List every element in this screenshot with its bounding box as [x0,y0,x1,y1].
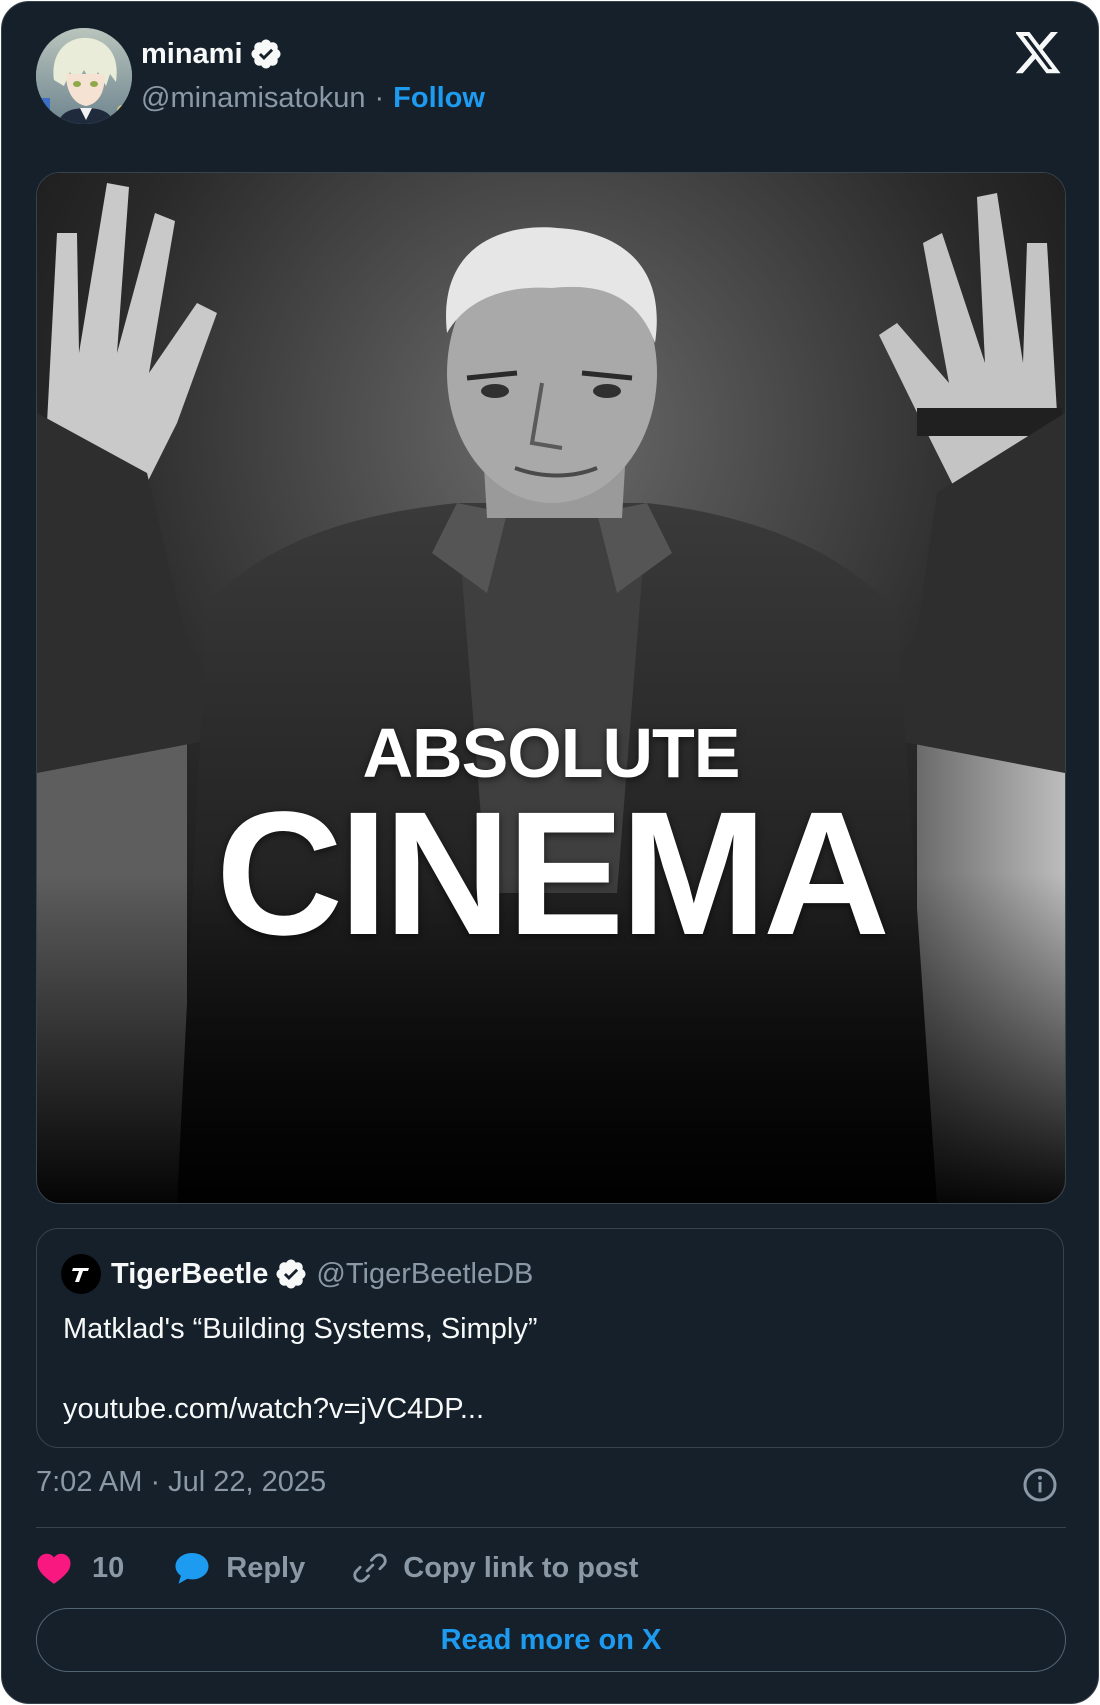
link-icon [353,1553,387,1583]
post-timestamp[interactable]: 7:02 AM · Jul 22, 2025 [36,1466,326,1499]
divider [36,1527,1066,1528]
quoted-display-name[interactable]: TigerBeetle [111,1258,268,1291]
avatar[interactable] [36,28,132,124]
author-handle-row: @minamisatokun · Follow [141,78,485,118]
author-display-name[interactable]: minami [141,38,243,71]
photo-illustration [37,173,1065,1203]
like-count: 10 [92,1551,125,1584]
info-icon[interactable] [1022,1467,1058,1503]
separator-dot: · [374,81,385,114]
reply-label: Reply [226,1551,306,1584]
quoted-post-text: Matklad's “Building Systems, Simply” [63,1313,538,1345]
reply-button[interactable]: Reply [174,1551,305,1585]
quoted-post-link[interactable]: youtube.com/watch?v=jVC4DP... [63,1389,484,1429]
tigerbeetle-logo-icon [72,1268,89,1282]
post-image[interactable]: ABSOLUTE CINEMA [36,172,1066,1204]
verified-badge-icon [251,39,281,69]
meme-text-line2: CINEMA [215,776,890,972]
author-name-row[interactable]: minami [141,34,283,74]
quoted-post-header: TigerBeetle @TigerBeetleDB [61,1253,533,1295]
action-bar: 10 Reply Copy link to post [36,1547,638,1589]
copy-link-button[interactable]: Copy link to post [353,1551,638,1585]
follow-button[interactable]: Follow [393,82,485,115]
verified-badge-icon [276,1259,306,1289]
quoted-post[interactable]: TigerBeetle @TigerBeetleDB Matklad's “Bu… [36,1228,1064,1448]
like-button[interactable]: 10 [36,1551,124,1585]
read-more-button[interactable]: Read more on X [36,1608,1066,1672]
copy-link-label: Copy link to post [403,1551,639,1584]
heart-icon [37,1553,71,1584]
quoted-handle[interactable]: @TigerBeetleDB [316,1258,533,1291]
reply-bubble-icon [175,1553,209,1584]
embedded-post-card: minami @minamisatokun · Follow ABSOLUTE … [1,1,1099,1704]
author-handle[interactable]: @minamisatokun [141,82,365,115]
tigerbeetle-avatar[interactable] [61,1254,101,1294]
x-logo-icon[interactable] [1016,32,1062,74]
